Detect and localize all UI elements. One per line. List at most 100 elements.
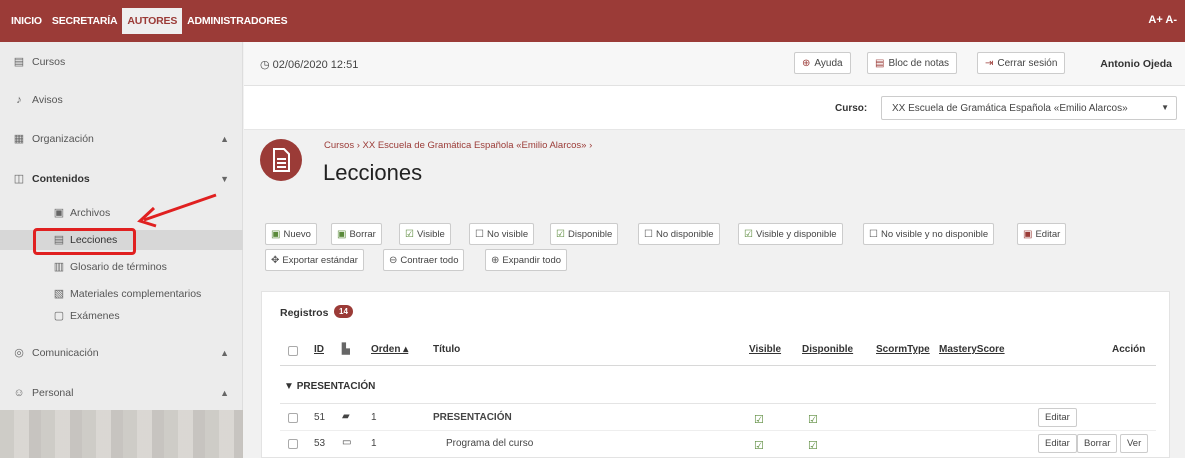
sidebar-item-organizacion[interactable]: ▦ Organización ▲ [0,129,243,149]
page-header: Cursos › XX Escuela de Gramática Español… [244,130,1185,210]
not-visible-button[interactable]: ☐ No visible [469,223,535,245]
course-select[interactable]: XX Escuela de Gramática Española «Emilio… [881,96,1177,120]
sidebar-item-label: Archivos [70,207,111,219]
records-count-badge: 14 [334,305,353,318]
row-title[interactable]: PRESENTACIÓN [433,412,512,423]
folder-icon: ▰ [342,411,350,422]
col-id[interactable]: ID [314,344,324,355]
sidebar-item-cursos[interactable]: ▤ Cursos [0,52,243,72]
document-icon [260,139,302,181]
sidebar-item-label: Glosario de términos [70,261,167,273]
sidebar-subitem-glosario[interactable]: ▥ Glosario de términos [0,257,243,277]
logout-icon: ⇥ [985,57,994,69]
row-order: 1 [371,412,377,423]
nav-administradores[interactable]: ADMINISTRADORES [182,8,292,34]
expand-all-button[interactable]: ⊕ Expandir todo [485,249,568,271]
button-label: No visible y no disponible [880,228,989,240]
sidebar-item-comunicacion[interactable]: ◎ Comunicación ▲ [0,343,243,363]
row-title[interactable]: Programa del curso [446,438,533,449]
users-icon: ☺ [13,387,25,399]
available-check-icon[interactable]: ☑ [808,413,818,426]
new-button[interactable]: ▣ Nuevo [265,223,317,245]
available-button[interactable]: ☑ Disponible [550,223,619,245]
row-edit-button[interactable]: Editar [1038,434,1077,453]
button-label: Visible [416,228,445,240]
row-delete-button[interactable]: Borrar [1077,434,1118,453]
delete-button[interactable]: ▣ Borrar [331,223,382,245]
sidebar-item-avisos[interactable]: ♪ Avisos [0,90,243,110]
visible-check-icon[interactable]: ☑ [754,413,764,426]
visible-button[interactable]: ☑ Visible [399,223,451,245]
sidebar-item-contenidos[interactable]: ◫ Contenidos ▼ [0,169,243,189]
notes-button[interactable]: ▤ Bloc de notas [867,52,958,74]
col-scormtype[interactable]: ScormType [876,344,930,355]
col-masteryscore[interactable]: MasteryScore [939,344,1005,355]
button-label: Editar [1035,228,1061,240]
sidebar-subitem-materiales[interactable]: ▧ Materiales complementarios [0,284,243,304]
group-row[interactable]: ▼ PRESENTACIÓN [284,381,375,392]
row-checkbox[interactable] [288,439,298,449]
row-view-button[interactable]: Ver [1120,434,1149,453]
sidebar-item-label: Materiales complementarios [70,288,202,300]
header-bar: ◷ 02/06/2020 12:51 ⊕ Ayuda ▤ Bloc de not… [244,42,1185,86]
logout-button[interactable]: ⇥ Cerrar sesión [977,52,1066,74]
group-label: PRESENTACIÓN [296,381,376,392]
chevron-down-icon: ▼ [1161,103,1169,112]
button-label: No visible [486,228,529,240]
group-divider [280,403,1156,404]
book-icon: ▤ [13,56,25,68]
clock-icon: ◷ [260,59,270,71]
breadcrumb[interactable]: Cursos › XX Escuela de Gramática Español… [324,140,592,151]
glossary-icon: ▥ [53,261,65,273]
collapse-up-icon: ▲ [220,348,229,358]
exam-icon: ▢ [53,310,65,322]
zoom-in-icon: ⊕ [491,254,500,266]
font-size-toggle[interactable]: A+ A- [1148,14,1177,26]
box-icon: ☐ [644,228,653,240]
not-visible-not-available-button[interactable]: ☐ No visible y no disponible [863,223,995,245]
row-edit-button[interactable]: Editar [1038,408,1077,427]
user-name: Antonio Ojeda [1100,58,1172,70]
box-icon: ☐ [869,228,878,240]
visible-available-button[interactable]: ☑ Visible y disponible [738,223,843,245]
bell-icon: ♪ [16,94,22,106]
folder-icon: ▣ [53,207,65,219]
button-label: Exportar estándar [282,254,358,266]
button-label: No disponible [655,228,714,240]
sidebar-item-label: Comunicación [32,347,99,359]
sidebar-subitem-examenes[interactable]: ▢ Exámenes [0,306,243,326]
export-button[interactable]: ✥ Exportar estándar [265,249,364,271]
sidebar-item-personal[interactable]: ☺ Personal ▲ [0,383,243,403]
row-id: 53 [314,438,326,449]
sidebar-item-label: Avisos [32,94,63,106]
folder-column-icon: ▙ [342,344,350,355]
not-available-button[interactable]: ☐ No disponible [638,223,720,245]
course-select-value: XX Escuela de Gramática Española «Emilio… [892,103,1128,114]
notes-label: Bloc de notas [888,57,950,69]
lifebuoy-icon: ⊕ [802,57,811,69]
sidebar-decorative-pattern [0,410,243,458]
visible-check-icon[interactable]: ☑ [754,439,764,452]
col-accion: Acción [1112,344,1146,355]
check-icon: ☑ [556,228,565,240]
nav-inicio[interactable]: INICIO [6,8,47,34]
nav-secretaria[interactable]: SECRETARÍA [47,8,122,34]
select-all-checkbox[interactable] [288,346,298,356]
row-checkbox[interactable] [288,413,298,423]
button-label: Disponible [567,228,613,240]
col-titulo: Título [433,344,461,355]
nav-autores[interactable]: AUTORES [122,8,183,34]
main-menu: INICIO SECRETARÍA AUTORES ADMINISTRADORE… [0,0,292,42]
edit-button[interactable]: ▣ Editar [1017,223,1067,245]
row-divider [280,430,1156,431]
help-button[interactable]: ⊕ Ayuda [794,52,851,74]
col-disponible[interactable]: Disponible [802,344,853,355]
col-visible[interactable]: Visible [749,344,781,355]
col-orden[interactable]: Orden ▴ [371,344,408,355]
book-open-icon: ◫ [13,173,25,185]
available-check-icon[interactable]: ☑ [808,439,818,452]
help-label: Ayuda [814,57,843,69]
collapse-all-button[interactable]: ⊖ Contraer todo [383,249,465,271]
collapse-up-icon: ▲ [220,388,229,398]
datetime: ◷ 02/06/2020 12:51 [260,58,358,71]
